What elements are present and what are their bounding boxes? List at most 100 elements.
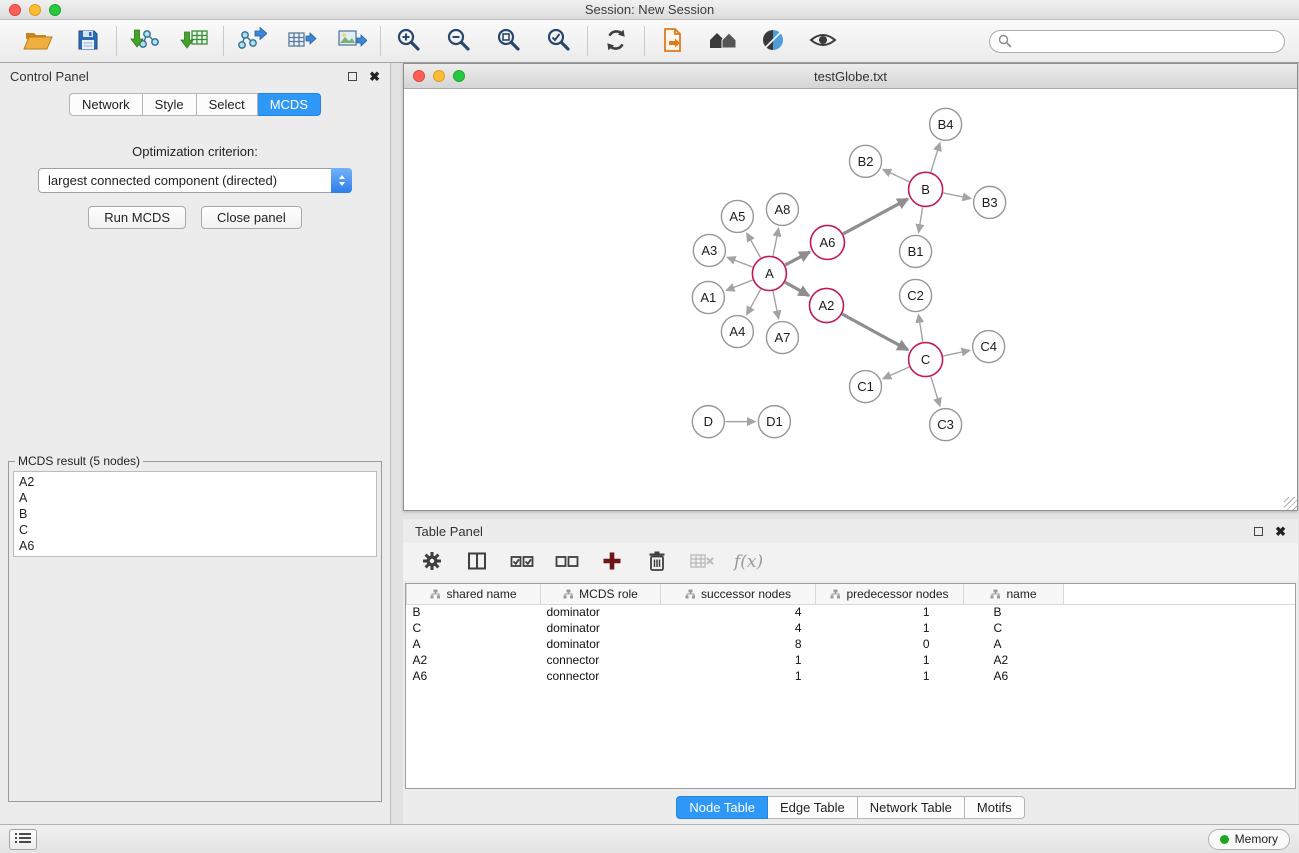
tab-style[interactable]: Style [143, 93, 197, 116]
graph-edge-A6-B[interactable] [843, 199, 908, 234]
resize-grip[interactable] [1284, 497, 1297, 510]
graph-edge-A-A1[interactable] [726, 280, 753, 290]
refresh-button[interactable] [598, 24, 634, 58]
tab-mcds[interactable]: MCDS [258, 93, 321, 116]
graph-edge-C-C2[interactable] [918, 314, 922, 341]
network-window-titlebar[interactable]: testGlobe.txt [404, 64, 1297, 89]
float-control-panel-button[interactable] [348, 72, 357, 81]
graph-node-B4[interactable]: B4 [930, 108, 962, 140]
maximize-window-button[interactable] [49, 4, 61, 16]
graph-node-A[interactable]: A [752, 256, 786, 290]
mcds-result-list[interactable]: A2ABCA6 [13, 471, 377, 557]
graph-edge-B-B4[interactable] [931, 143, 940, 173]
graph-edge-C-C4[interactable] [943, 350, 970, 356]
tab-edge-table[interactable]: Edge Table [768, 796, 858, 819]
graph-edge-B-B3[interactable] [943, 193, 971, 199]
graph-edge-B-B1[interactable] [919, 207, 923, 232]
close-table-panel-button[interactable]: ✖ [1275, 525, 1286, 538]
zoom-selected-button[interactable] [541, 24, 577, 58]
graph-node-A6[interactable]: A6 [810, 225, 844, 259]
column-visibility-button[interactable] [464, 549, 490, 575]
import-network-button[interactable] [127, 24, 163, 58]
column-header-shared-name[interactable]: shared name [407, 584, 541, 604]
graph-node-B[interactable]: B [909, 172, 943, 206]
graph-node-C[interactable]: C [909, 343, 943, 377]
export-image-button[interactable] [334, 24, 370, 58]
add-column-button[interactable] [599, 549, 625, 575]
search-input[interactable] [989, 30, 1285, 53]
task-history-button[interactable] [9, 829, 37, 850]
tab-motifs[interactable]: Motifs [965, 796, 1025, 819]
zoom-in-button[interactable] [391, 24, 427, 58]
paste-document-button[interactable] [655, 24, 691, 58]
graph-node-D[interactable]: D [692, 406, 724, 438]
graph-edge-A-A5[interactable] [747, 233, 761, 258]
graph-edge-A-A3[interactable] [727, 257, 753, 267]
export-network-button[interactable] [234, 24, 270, 58]
zoom-out-button[interactable] [441, 24, 477, 58]
graph-node-C4[interactable]: C4 [973, 331, 1005, 363]
delete-column-button[interactable] [644, 549, 670, 575]
graph-node-A5[interactable]: A5 [721, 200, 753, 232]
graph-node-B1[interactable]: B1 [900, 235, 932, 267]
close-panel-button[interactable]: Close panel [201, 206, 302, 229]
toggle-details-button[interactable] [755, 24, 791, 58]
graph-edge-C-C3[interactable] [931, 377, 940, 407]
show-details-button[interactable] [805, 24, 841, 58]
table-row[interactable]: Cdominator41C [407, 620, 1296, 636]
graph-node-A1[interactable]: A1 [692, 281, 724, 313]
memory-button[interactable]: Memory [1208, 829, 1290, 850]
graph-node-A7[interactable]: A7 [766, 322, 798, 354]
table-row[interactable]: A6connector11A6 [407, 668, 1296, 684]
tab-network[interactable]: Network [69, 93, 143, 116]
graph-node-C3[interactable]: C3 [930, 409, 962, 441]
column-header-mcds-role[interactable]: MCDS role [541, 584, 661, 604]
save-session-button[interactable] [70, 24, 106, 58]
graph-edge-A-A2[interactable] [785, 282, 809, 295]
graph-edge-A-A7[interactable] [773, 291, 779, 319]
mcds-result-item[interactable]: A [19, 490, 371, 506]
table-settings-button[interactable] [419, 549, 445, 575]
column-header-successor-nodes[interactable]: successor nodes [661, 584, 816, 604]
mcds-result-item[interactable]: B [19, 506, 371, 522]
run-mcds-button[interactable]: Run MCDS [88, 206, 186, 229]
graph-edge-A2-C[interactable] [842, 314, 908, 350]
open-session-button[interactable] [20, 24, 56, 58]
delete-table-button[interactable] [689, 549, 715, 575]
select-all-button[interactable] [509, 549, 535, 575]
close-window-button[interactable] [9, 4, 21, 16]
graph-edge-C-C1[interactable] [883, 367, 909, 379]
graph-edge-B-B2[interactable] [883, 169, 910, 181]
export-table-button[interactable] [284, 24, 320, 58]
graph-edge-A-A4[interactable] [747, 289, 761, 315]
function-builder-button[interactable]: f(x) [734, 549, 763, 575]
table-row[interactable]: A2connector11A2 [407, 652, 1296, 668]
graph-edge-A-A8[interactable] [773, 228, 779, 256]
float-table-panel-button[interactable] [1254, 527, 1263, 536]
column-header-predecessor-nodes[interactable]: predecessor nodes [816, 584, 964, 604]
deselect-all-button[interactable] [554, 549, 580, 575]
table-row[interactable]: Bdominator41B [407, 604, 1296, 620]
close-control-panel-button[interactable]: ✖ [369, 70, 380, 83]
graph-edge-A-A6[interactable] [785, 252, 810, 265]
graph-node-A2[interactable]: A2 [809, 288, 843, 322]
tab-node-table[interactable]: Node Table [676, 796, 768, 819]
tab-network-table[interactable]: Network Table [858, 796, 965, 819]
graph-node-A3[interactable]: A3 [693, 234, 725, 266]
table-row[interactable]: Adominator80A [407, 636, 1296, 652]
graph-node-B2[interactable]: B2 [849, 145, 881, 177]
minimize-window-button[interactable] [29, 4, 41, 16]
zoom-fit-button[interactable] [491, 24, 527, 58]
mcds-result-item[interactable]: C [19, 522, 371, 538]
graph-node-A8[interactable]: A8 [766, 193, 798, 225]
close-network-button[interactable] [413, 70, 425, 82]
graph-node-C2[interactable]: C2 [900, 279, 932, 311]
mcds-result-item[interactable]: A6 [19, 538, 371, 554]
tab-select[interactable]: Select [197, 93, 258, 116]
home-button[interactable] [705, 24, 741, 58]
maximize-network-button[interactable] [453, 70, 465, 82]
criterion-select[interactable]: largest connected component (directed) [38, 168, 352, 193]
graph-node-B3[interactable]: B3 [974, 186, 1006, 218]
column-header-name[interactable]: name [964, 584, 1064, 604]
panel-splitter[interactable] [391, 63, 403, 824]
